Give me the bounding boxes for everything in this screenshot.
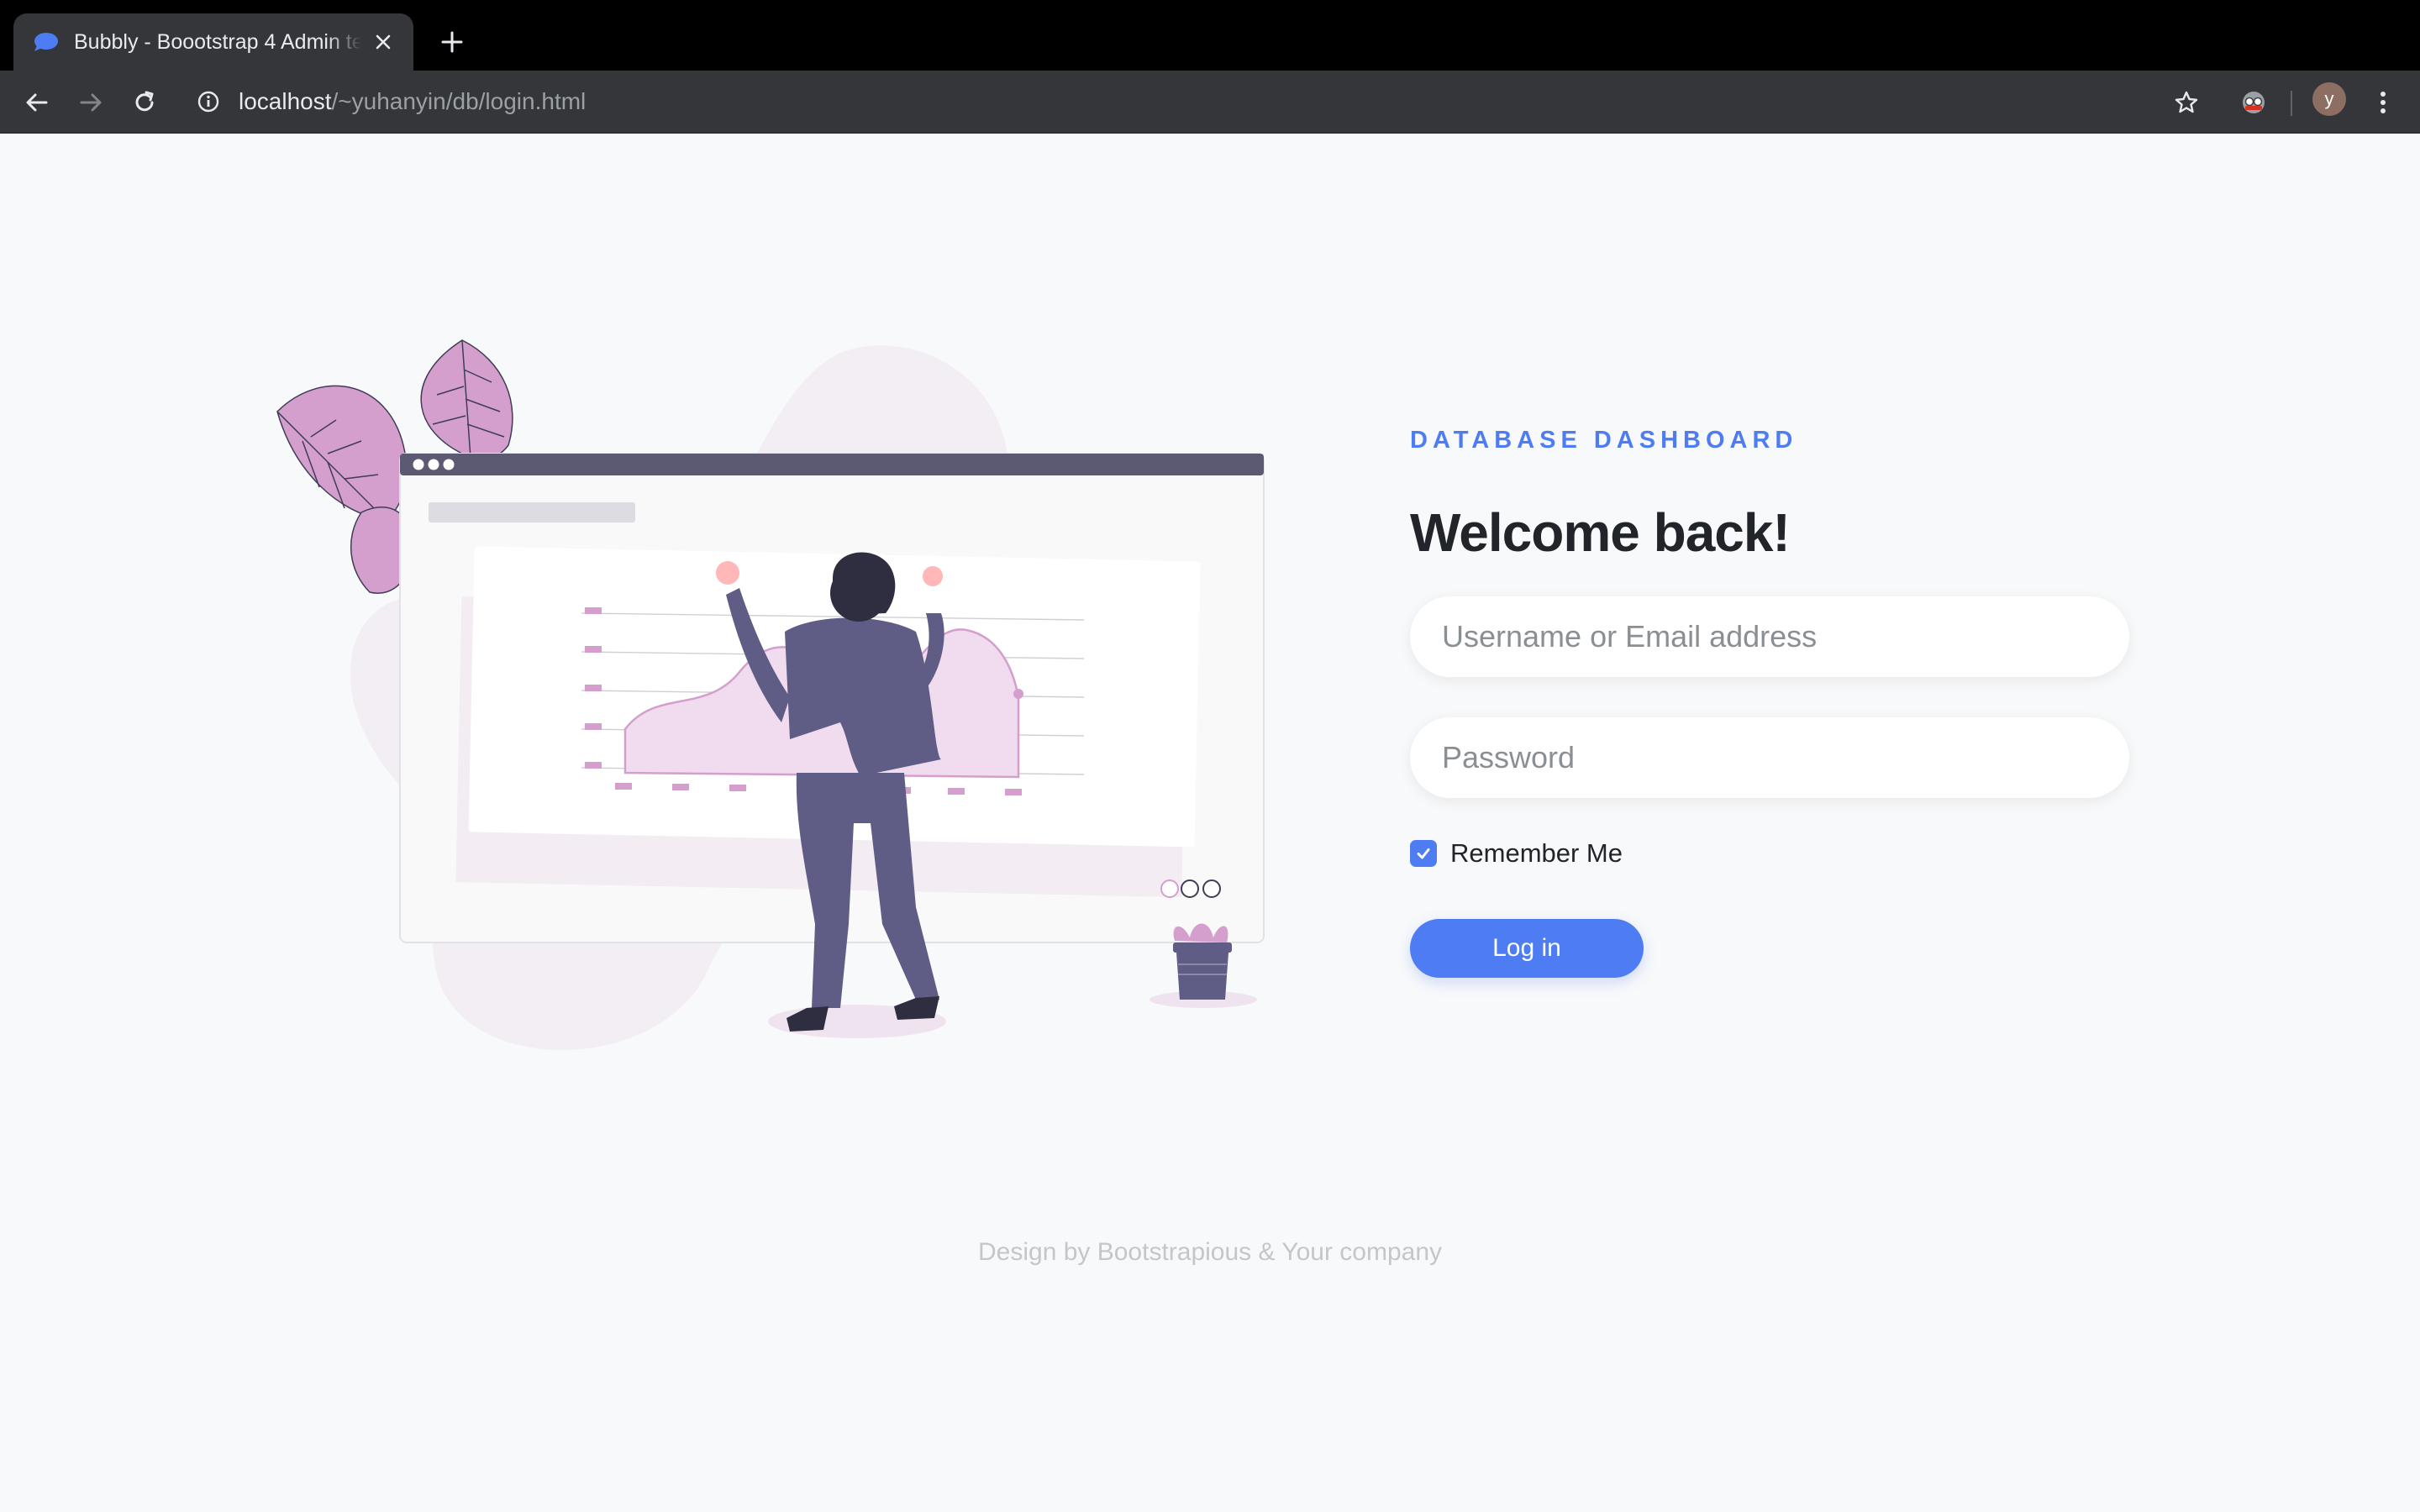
window-titlebar <box>400 454 1264 475</box>
browser-toolbar: localhost/~yuhanyin/db/login.html <box>0 71 2420 134</box>
close-icon[interactable] <box>368 27 398 57</box>
toolbar-separator <box>2291 91 2292 116</box>
back-arrow-icon[interactable] <box>18 84 55 121</box>
login-panel: DATABASE DASHBOARD Welcome back! Remembe… <box>1410 427 2133 978</box>
footer-credit: Design by Bootstrapious & Your company <box>978 1238 1442 1266</box>
login-eyebrow: DATABASE DASHBOARD <box>1410 427 1798 454</box>
menu-dots-icon[interactable] <box>2366 84 2400 121</box>
username-field[interactable] <box>1410 596 2129 677</box>
login-button[interactable]: Log in <box>1410 919 1644 978</box>
url-path: /~yuhanyin/db/login.html <box>331 88 587 114</box>
browser-tab-strip: Bubbly - Boootstrap 4 Admin template <box>0 0 2420 71</box>
forward-arrow-icon[interactable] <box>72 84 109 121</box>
remember-me-label[interactable]: Remember Me <box>1450 838 1623 869</box>
remember-me-checkbox[interactable] <box>1410 840 1437 867</box>
star-icon[interactable] <box>2168 84 2205 121</box>
browser-tab[interactable]: Bubbly - Boootstrap 4 Admin template <box>13 13 413 71</box>
placeholder-bar <box>429 502 635 522</box>
plus-icon[interactable] <box>435 25 469 59</box>
chart-point-end <box>1013 689 1023 699</box>
extension-icon[interactable] <box>2235 84 2272 121</box>
password-field[interactable] <box>1410 717 2129 798</box>
profile-avatar[interactable]: y <box>2312 82 2346 116</box>
reload-icon[interactable] <box>126 84 163 121</box>
info-icon[interactable] <box>193 87 224 117</box>
page-title: Welcome back! <box>1410 502 1791 563</box>
remember-me-row[interactable]: Remember Me <box>1410 838 1623 869</box>
address-bar[interactable]: localhost/~yuhanyin/db/login.html <box>185 79 2168 124</box>
chat-bubble-icon <box>32 32 59 52</box>
tab-title: Bubbly - Boootstrap 4 Admin template <box>74 29 361 54</box>
url-text: localhost/~yuhanyin/db/login.html <box>239 88 586 115</box>
dashboard-illustration <box>276 339 1265 1051</box>
check-icon <box>1417 848 1430 859</box>
url-host: localhost <box>239 88 332 114</box>
